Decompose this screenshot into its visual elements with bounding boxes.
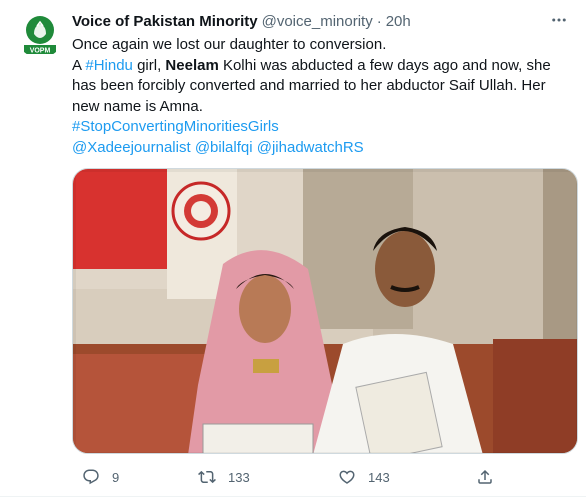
avatar-label: VOPM <box>30 48 51 55</box>
heart-icon <box>339 470 355 484</box>
retweet-count: 133 <box>228 469 250 485</box>
tweet-text-paragraph: A #Hindu girl, Neelam Kolhi was abducted… <box>72 56 572 118</box>
reply-count: 9 <box>112 469 120 485</box>
hashtag-stop-converting[interactable]: #StopConvertingMinoritiesGirls <box>72 118 279 135</box>
tweet-text: Once again we lost our daughter to conve… <box>72 35 572 158</box>
retweet-button[interactable]: 133 <box>198 466 250 488</box>
tweet-timestamp[interactable]: 20h <box>386 13 411 30</box>
tweet-media-photo[interactable] <box>72 168 578 454</box>
mention-xadeejournalist[interactable]: @Xadeejournalist <box>72 139 191 156</box>
tweet-header: Voice of Pakistan Minority @voice_minori… <box>72 10 411 32</box>
tweet-text-line: Once again we lost our daughter to conve… <box>72 36 387 53</box>
author-handle[interactable]: @voice_minority <box>262 13 373 30</box>
bold-name: Neelam <box>165 56 219 74</box>
share-button[interactable] <box>476 466 494 488</box>
share-icon <box>478 469 492 484</box>
mention-jihadwatchrs[interactable]: @jihadwatchRS <box>257 139 364 156</box>
more-options-button[interactable] <box>546 8 572 32</box>
author-avatar[interactable]: VOPM <box>16 10 64 58</box>
text-fragment: girl, <box>132 56 166 74</box>
tweet[interactable]: VOPM Voice of Pakistan Minority @voice_m… <box>0 0 586 497</box>
tweet-actions: 9 133 143 <box>72 466 512 488</box>
like-count: 143 <box>368 469 390 485</box>
header-separator: · <box>376 12 382 30</box>
more-icon <box>552 18 566 22</box>
text-fragment: A <box>72 56 86 74</box>
retweet-icon <box>198 470 216 484</box>
mention-bilalfqi[interactable]: @bilalfqi <box>195 139 253 156</box>
reply-button[interactable]: 9 <box>82 466 119 488</box>
author-display-name[interactable]: Voice of Pakistan Minority <box>72 13 258 30</box>
reply-icon <box>83 469 99 485</box>
hashtag-hindu[interactable]: #Hindu <box>85 57 133 74</box>
like-button[interactable]: 143 <box>338 466 390 488</box>
